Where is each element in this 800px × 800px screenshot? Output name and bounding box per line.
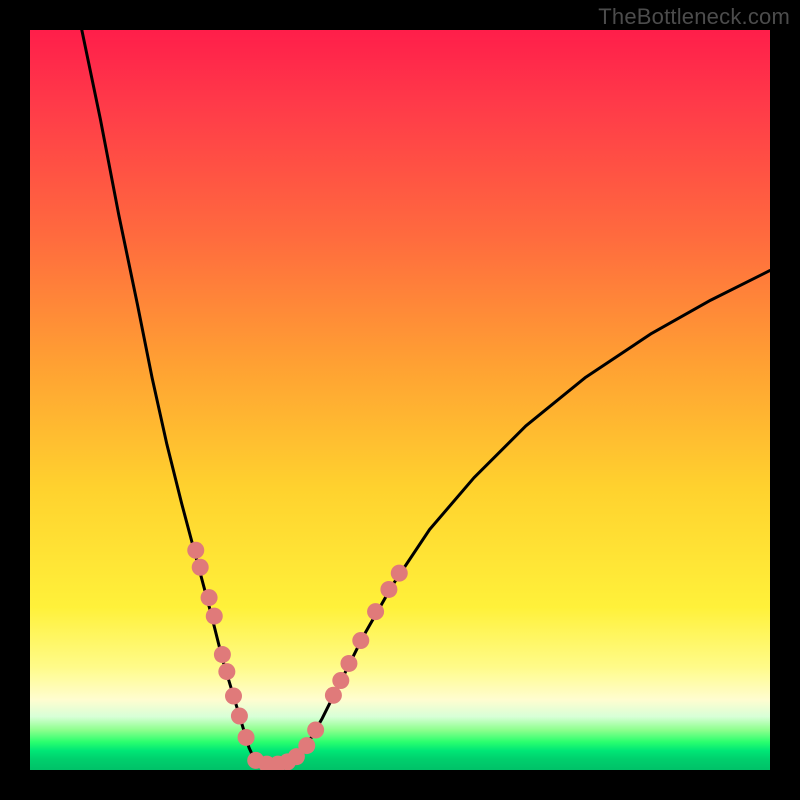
bottleneck-curve [82,30,770,765]
marker-dot [206,608,223,625]
marker-dot [201,589,218,606]
marker-dot [391,565,408,582]
marker-dot [218,663,235,680]
marker-dot [352,632,369,649]
marker-dot [187,542,204,559]
bottleneck-curve-path [82,30,770,765]
marker-dot [340,655,357,672]
marker-dot [367,603,384,620]
plot-area [30,30,770,770]
marker-dot [307,722,324,739]
marker-dot [225,688,242,705]
marker-dot [298,737,315,754]
data-markers [187,542,408,770]
marker-dot [332,672,349,689]
marker-dot [380,581,397,598]
marker-dot [238,729,255,746]
curve-layer [30,30,770,770]
marker-dot [231,707,248,724]
marker-dot [325,687,342,704]
chart-frame: TheBottleneck.com [0,0,800,800]
watermark-text: TheBottleneck.com [598,4,790,30]
marker-dot [192,559,209,576]
marker-dot [214,646,231,663]
